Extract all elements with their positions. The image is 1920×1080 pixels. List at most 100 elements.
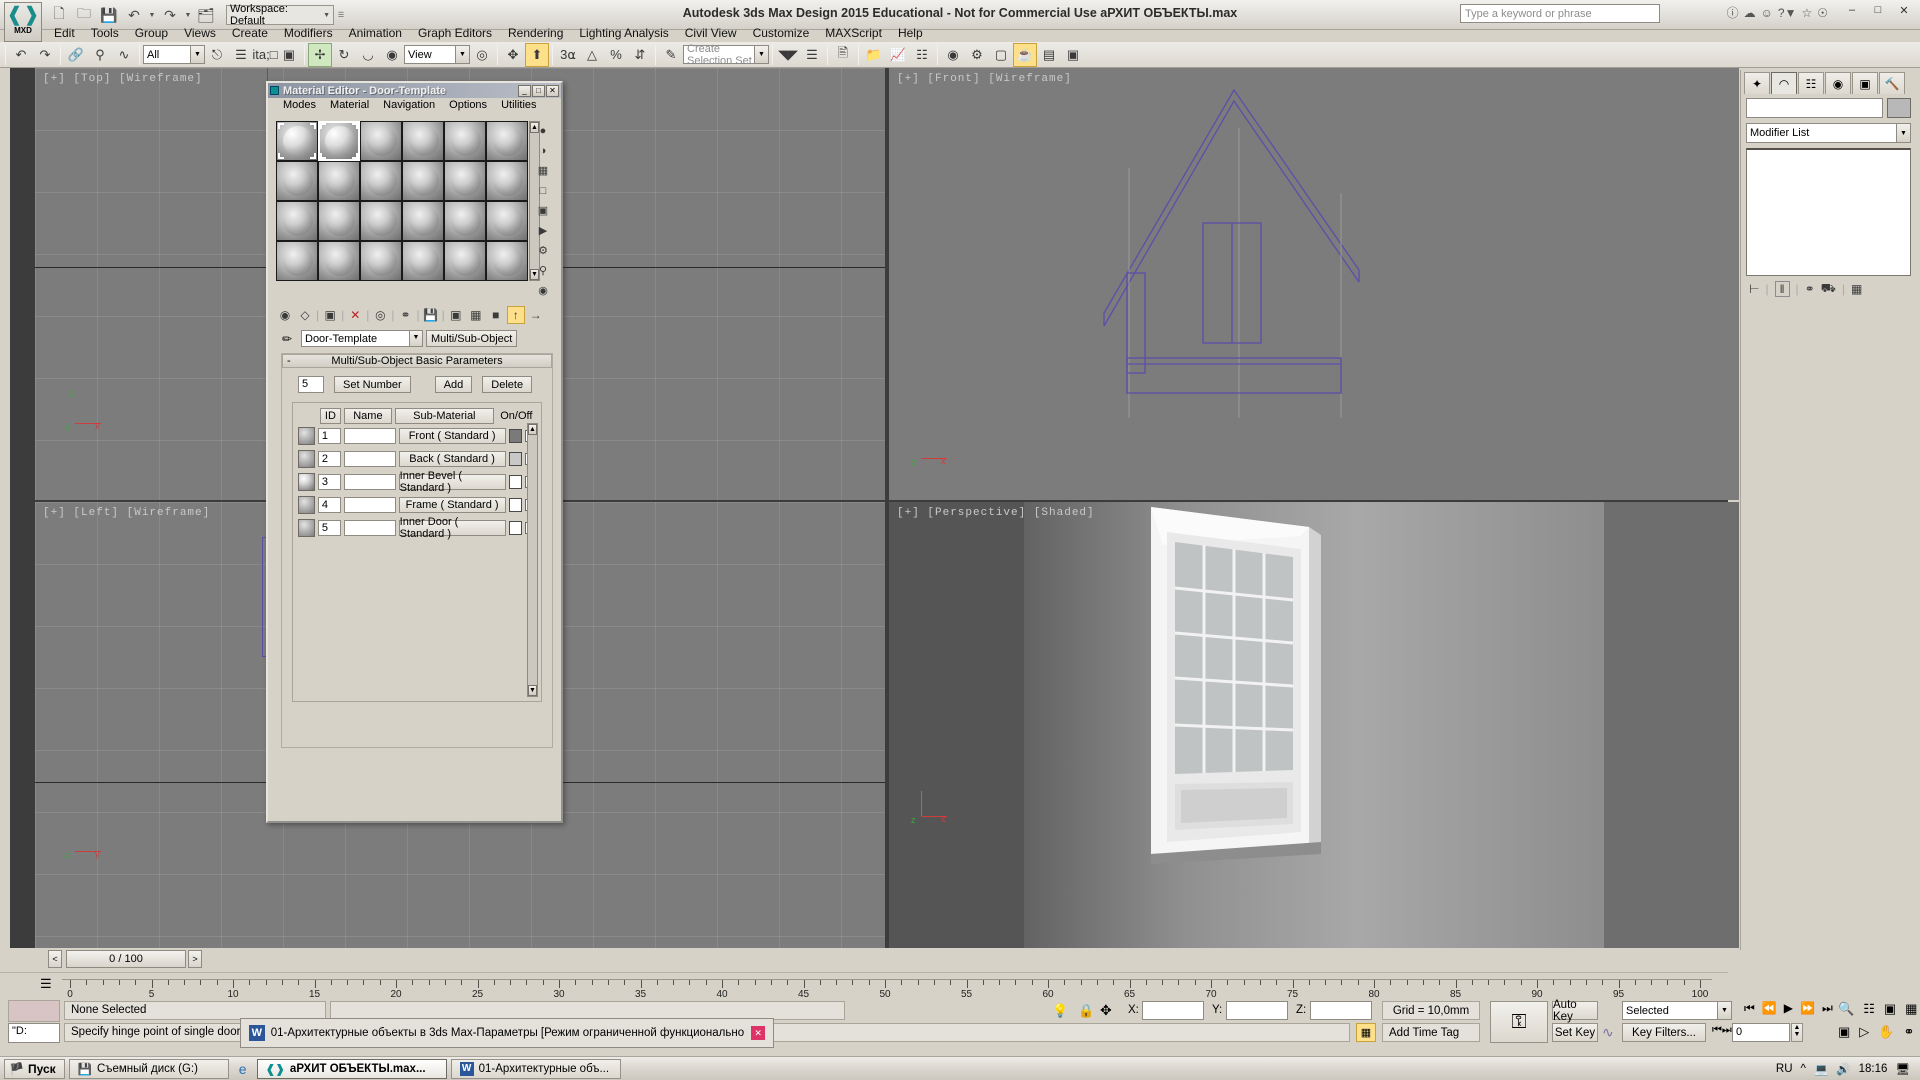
set-key-filters-curve-icon[interactable]: ∿ (1602, 1024, 1614, 1041)
menu-item-lighting-analysis[interactable]: Lighting Analysis (571, 25, 676, 41)
me-menu-options[interactable]: Options (442, 99, 494, 111)
material-slot-17[interactable] (444, 201, 486, 241)
select-by-name-icon[interactable]: ☰ (229, 43, 253, 67)
sub-material-color-swatch[interactable] (508, 452, 522, 466)
me-menu-modes[interactable]: Modes (276, 99, 323, 111)
number-of-materials-input[interactable]: 5 (298, 376, 324, 393)
time-tag-icon[interactable]: ▦ (1356, 1023, 1376, 1042)
lightbulb-icon[interactable]: 💡 (1052, 1003, 1068, 1019)
previous-frame-button[interactable]: < (48, 950, 62, 968)
undo-icon[interactable]: ↶ (123, 5, 145, 25)
add-time-tag-button[interactable]: Add Time Tag (1382, 1023, 1480, 1042)
redo-icon[interactable]: ↷ (159, 5, 181, 25)
material-slot-20[interactable] (318, 241, 360, 281)
material-slot-10[interactable] (402, 161, 444, 201)
sub-material-preview-swatch[interactable] (298, 450, 315, 468)
sub-material-id-input[interactable]: 2 (317, 451, 341, 467)
select-and-place-icon[interactable]: ◉ (380, 43, 404, 67)
material-slot-5[interactable] (444, 121, 486, 161)
bind-to-space-warp-icon[interactable]: ∿ (112, 43, 136, 67)
network-icon[interactable]: 💻 (1814, 1062, 1828, 1076)
backlight-icon[interactable]: ◑ (532, 141, 554, 160)
maxscript-mini-listener-input[interactable]: "D: (8, 1023, 60, 1043)
modifier-stack[interactable] (1746, 148, 1911, 276)
menu-item-graph-editors[interactable]: Graph Editors (410, 25, 500, 41)
material-slot-16[interactable] (402, 201, 444, 241)
create-tab[interactable]: ✦ (1744, 72, 1770, 94)
pin-stack-icon[interactable]: ⊢ (1749, 282, 1759, 296)
configure-modifier-sets-icon[interactable]: ▦ (1851, 282, 1862, 296)
sub-material-color-swatch[interactable] (508, 521, 522, 535)
undo-dropdown-icon[interactable]: ▼ (148, 12, 156, 19)
next-frame-icon[interactable]: ⏩ (1800, 1001, 1815, 1016)
sample-type-icon[interactable]: ● (532, 121, 554, 140)
volume-icon[interactable]: 🔊 (1836, 1062, 1850, 1076)
assign-material-to-selection-icon[interactable]: ▣ (321, 306, 339, 324)
rectangular-selection-region-icon[interactable]: ita;□ (252, 43, 277, 67)
render-production-icon[interactable]: ☕ (1013, 42, 1037, 67)
absolute-relative-mode-icon[interactable]: ✥ (1100, 1002, 1112, 1019)
frame-spinner[interactable]: ▲ ▼ (1791, 1023, 1803, 1042)
material-slot-24[interactable] (486, 241, 528, 281)
sub-material-name-input[interactable] (343, 520, 396, 536)
info-center-icon[interactable]: ⓘ (1727, 4, 1739, 21)
put-material-to-scene-icon[interactable]: ◇ (296, 306, 314, 324)
menu-item-create[interactable]: Create (224, 25, 276, 41)
create-selection-set-input[interactable]: Create Selection Set ▼ (683, 43, 769, 67)
close-button[interactable]: ✕ (1892, 2, 1916, 18)
go-forward-to-sibling-icon[interactable]: → (527, 306, 545, 324)
menu-item-rendering[interactable]: Rendering (500, 25, 571, 41)
collapse-icon[interactable]: - (287, 355, 291, 367)
material-slot-19[interactable] (276, 241, 318, 281)
modifier-list-combo[interactable]: Modifier List ▼ (1746, 123, 1911, 143)
key-filters-button[interactable]: Key Filters... (1622, 1023, 1706, 1042)
viewport-perspective[interactable]: [+] [Perspective] [Shaded] z x (889, 502, 1739, 948)
me-menu-utilities[interactable]: Utilities (494, 99, 543, 111)
menu-item-customize[interactable]: Customize (745, 25, 818, 41)
project-folder-icon[interactable]: 🗂 (195, 5, 217, 25)
sub-material-id-input[interactable]: 4 (317, 497, 341, 513)
eyedropper-icon[interactable]: ✏ (276, 330, 298, 347)
x-coordinate-input[interactable] (1142, 1001, 1204, 1020)
menu-item-edit[interactable]: Edit (46, 25, 83, 41)
viewport-label-left[interactable]: [+] [Left] [Wireframe] (43, 507, 210, 519)
material-slot-1[interactable] (276, 121, 318, 161)
zoom-all-icon[interactable]: ▣ (1838, 1024, 1850, 1040)
open-file-icon[interactable]: 🗀 (73, 5, 95, 25)
material-slot-12[interactable] (486, 161, 528, 201)
sub-material-button[interactable]: Frame ( Standard ) (398, 497, 506, 513)
set-key-button[interactable]: Set Key (1552, 1023, 1598, 1042)
activeshade-icon[interactable]: ▣ (1061, 43, 1085, 67)
taskbar-item-word[interactable]: W 01-Архитектурные объ... (450, 1058, 621, 1079)
named-selection-sets-icon[interactable]: ✎ (659, 43, 683, 67)
material-type-button[interactable]: Multi/Sub-Object (426, 330, 518, 347)
sub-material-id-input[interactable]: 1 (317, 428, 341, 444)
open-mini-curve-editor-icon[interactable]: ☰ (40, 976, 52, 992)
percent-snap-toggle-icon[interactable]: △ (580, 43, 604, 67)
background-icon[interactable]: ▦ (532, 161, 554, 180)
share-icon[interactable]: ☉ (1817, 6, 1828, 20)
me-menu-material[interactable]: Material (323, 99, 376, 111)
me-menu-navigation[interactable]: Navigation (376, 99, 442, 111)
language-indicator[interactable]: RU (1776, 1063, 1793, 1075)
key-mode-toggle-small-icon[interactable]: ⏮⏭ (1712, 1024, 1732, 1037)
select-and-rotate-icon[interactable]: ↻ (332, 43, 356, 67)
workspace-selector[interactable]: Workspace: Default ▼ (226, 3, 334, 27)
set-number-button[interactable]: Set Number (334, 376, 411, 393)
material-slot-11[interactable] (444, 161, 486, 201)
start-button[interactable]: 🏴 Пуск (4, 1058, 65, 1079)
sub-material-button[interactable]: Front ( Standard ) (398, 428, 506, 444)
play-animation-icon[interactable]: ▶ (1784, 1001, 1793, 1016)
viewport-label-perspective[interactable]: [+] [Perspective] [Shaded] (897, 507, 1095, 519)
clock-time[interactable]: 18:16 (1859, 1063, 1888, 1075)
sub-material-preview-swatch[interactable] (298, 427, 315, 445)
maximize-viewport-icon[interactable]: ▦ (1905, 1001, 1917, 1017)
show-hidden-icons-icon[interactable]: ^ (1801, 1063, 1806, 1075)
go-to-end-icon[interactable]: ⏭ (1822, 1001, 1833, 1016)
viewport-front[interactable]: [+] [Front] [Wireframe] z x (889, 68, 1739, 500)
sub-material-button[interactable]: Back ( Standard ) (398, 451, 506, 467)
next-frame-button[interactable]: > (188, 950, 202, 968)
angle-snap-toggle-icon[interactable]: 3⍺ (556, 43, 580, 67)
material-slot-13[interactable] (276, 201, 318, 241)
sub-material-name-input[interactable] (343, 451, 396, 467)
